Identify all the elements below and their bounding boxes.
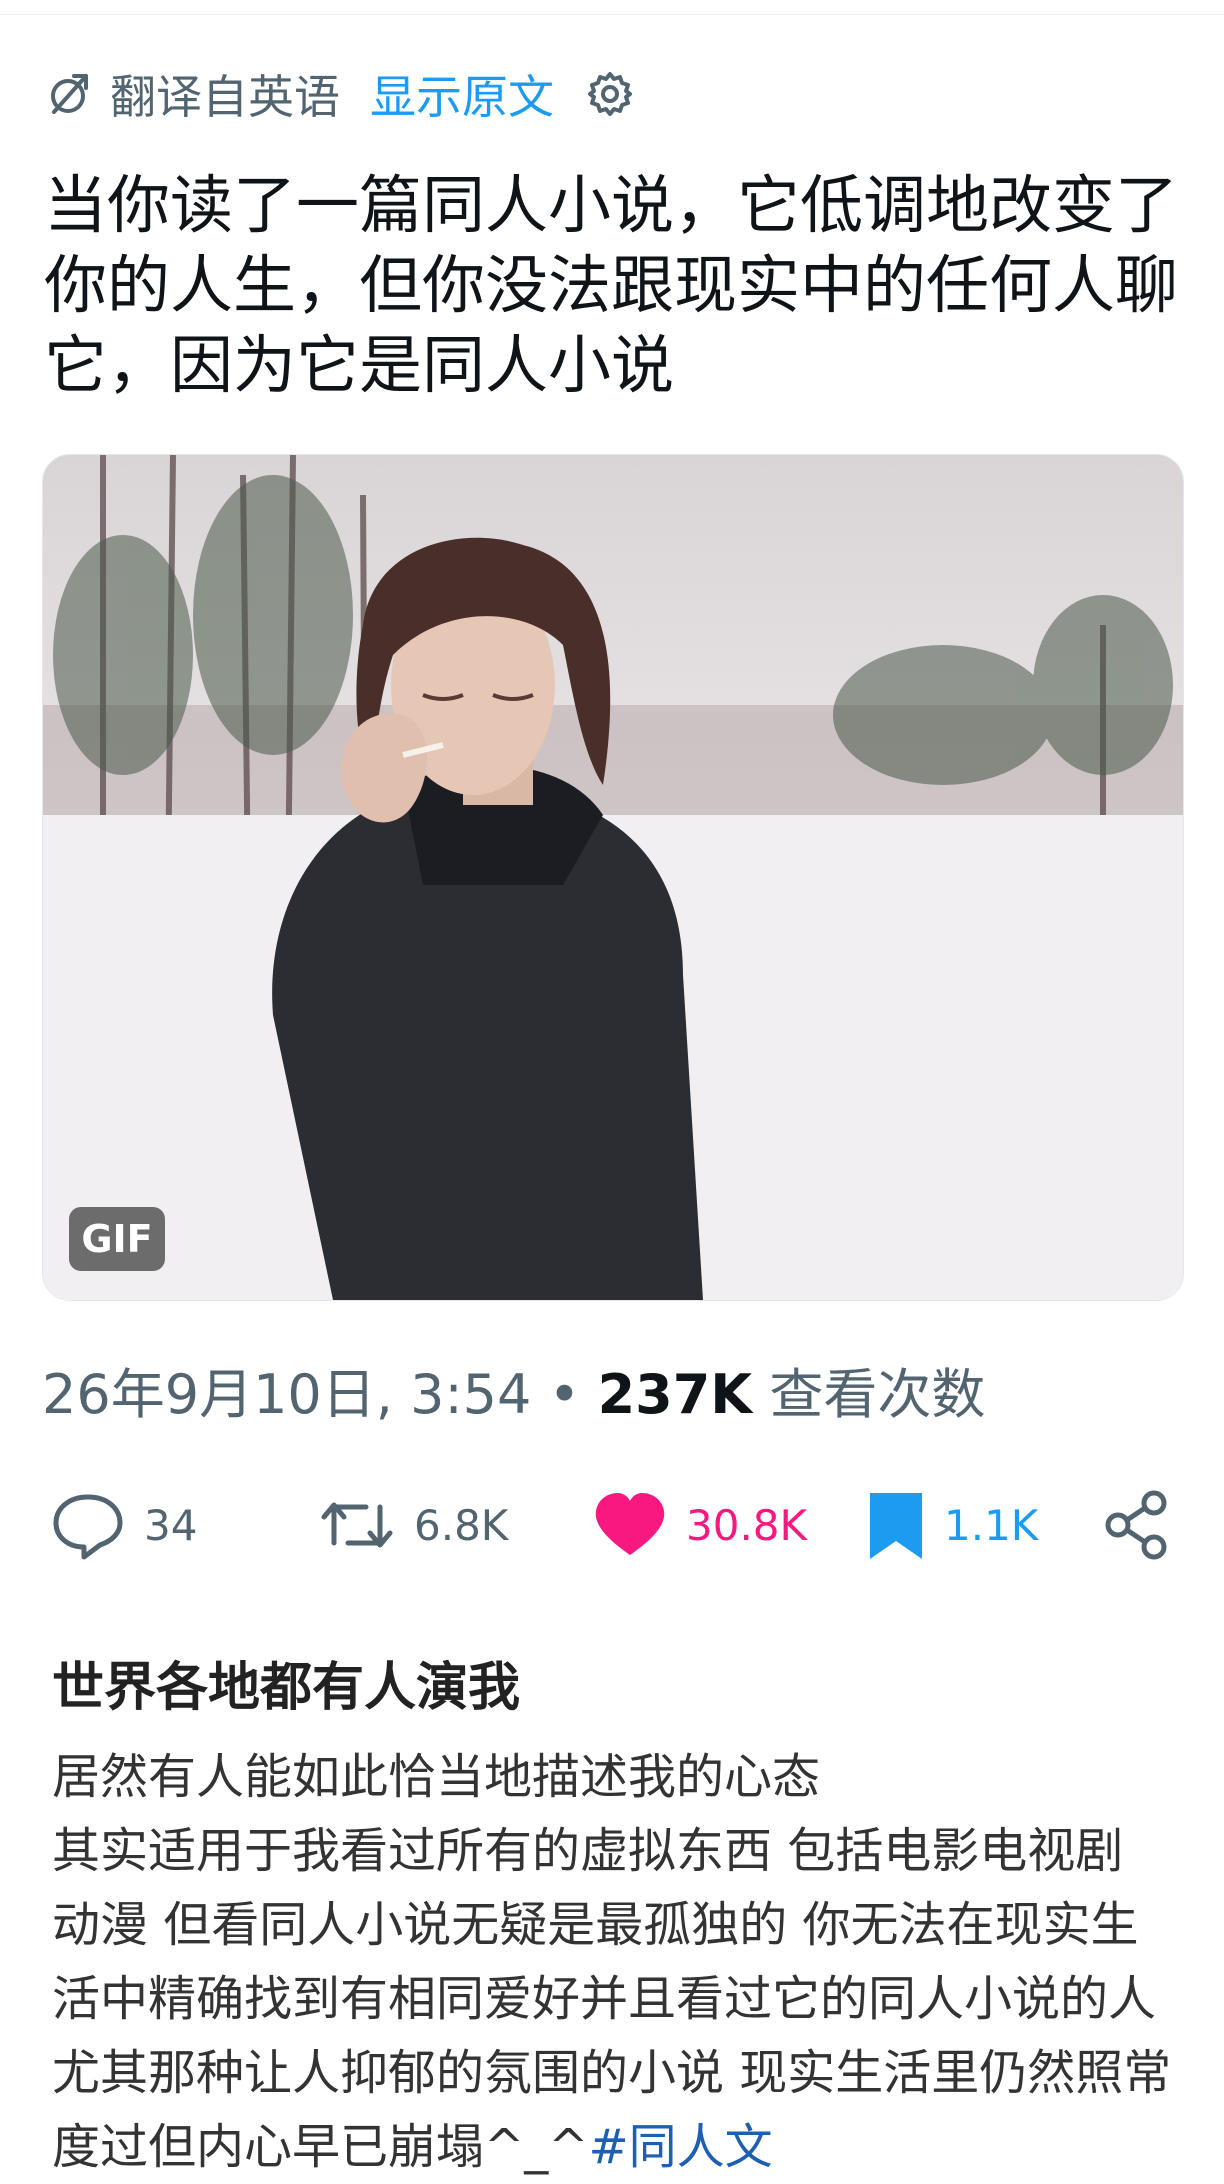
top-divider bbox=[0, 0, 1224, 15]
post-timestamp[interactable]: 26年9月10日, 3:54 bbox=[42, 1363, 531, 1426]
action-bar: 34 6.8K 30.8K 1.1K bbox=[42, 1480, 1182, 1570]
meta-separator: • bbox=[548, 1363, 581, 1426]
post-text: 当你读了一篇同人小说，它低调地改变了你的人生，但你没法跟现实中的任何人聊它，因为… bbox=[44, 169, 1178, 402]
translation-bar: 翻译自英语 显示原文 bbox=[44, 56, 634, 132]
show-original-link[interactable]: 显示原文 bbox=[370, 61, 554, 127]
translate-icon bbox=[51, 74, 88, 114]
comment-username: 世界各地都有人演我 bbox=[52, 1658, 521, 1718]
views-label: 查看次数 bbox=[769, 1363, 986, 1426]
comment-text: 居然有人能如此恰当地描述我的心态 其实适用于我看过所有的虚拟东西 包括电影电视剧… bbox=[52, 1749, 1172, 2175]
bookmark-icon bbox=[870, 1493, 922, 1559]
views-count: 237K bbox=[597, 1363, 753, 1426]
like-button[interactable]: 30.8K bbox=[592, 1480, 807, 1570]
gear-icon[interactable] bbox=[586, 70, 634, 118]
heart-icon bbox=[595, 1493, 665, 1555]
retweet-button[interactable]: 6.8K bbox=[318, 1480, 508, 1570]
retweet-count: 6.8K bbox=[414, 1500, 509, 1550]
like-count: 30.8K bbox=[686, 1500, 808, 1550]
post-meta: 26年9月10日, 3:54 • 237K 查看次数 bbox=[42, 1350, 985, 1429]
bookmark-count: 1.1K bbox=[944, 1500, 1039, 1550]
post-media-gif[interactable]: GIF bbox=[42, 454, 1184, 1301]
gif-scene-illustration bbox=[43, 455, 1183, 1300]
retweet-icon bbox=[321, 1502, 393, 1548]
translated-from-label: 翻译自英语 bbox=[110, 70, 340, 124]
hashtag-link[interactable]: #同人文 bbox=[588, 2119, 772, 2175]
reply-count: 34 bbox=[144, 1500, 198, 1550]
share-button[interactable] bbox=[1102, 1480, 1172, 1570]
gif-badge: GIF bbox=[69, 1207, 165, 1271]
comment-body: 居然有人能如此恰当地描述我的心态 其实适用于我看过所有的虚拟东西 包括电影电视剧… bbox=[52, 1740, 1182, 2184]
share-icon bbox=[1105, 1490, 1167, 1560]
reply-button[interactable]: 34 bbox=[50, 1480, 197, 1570]
comment-icon bbox=[53, 1494, 123, 1560]
bookmark-button[interactable]: 1.1K bbox=[866, 1480, 1038, 1570]
